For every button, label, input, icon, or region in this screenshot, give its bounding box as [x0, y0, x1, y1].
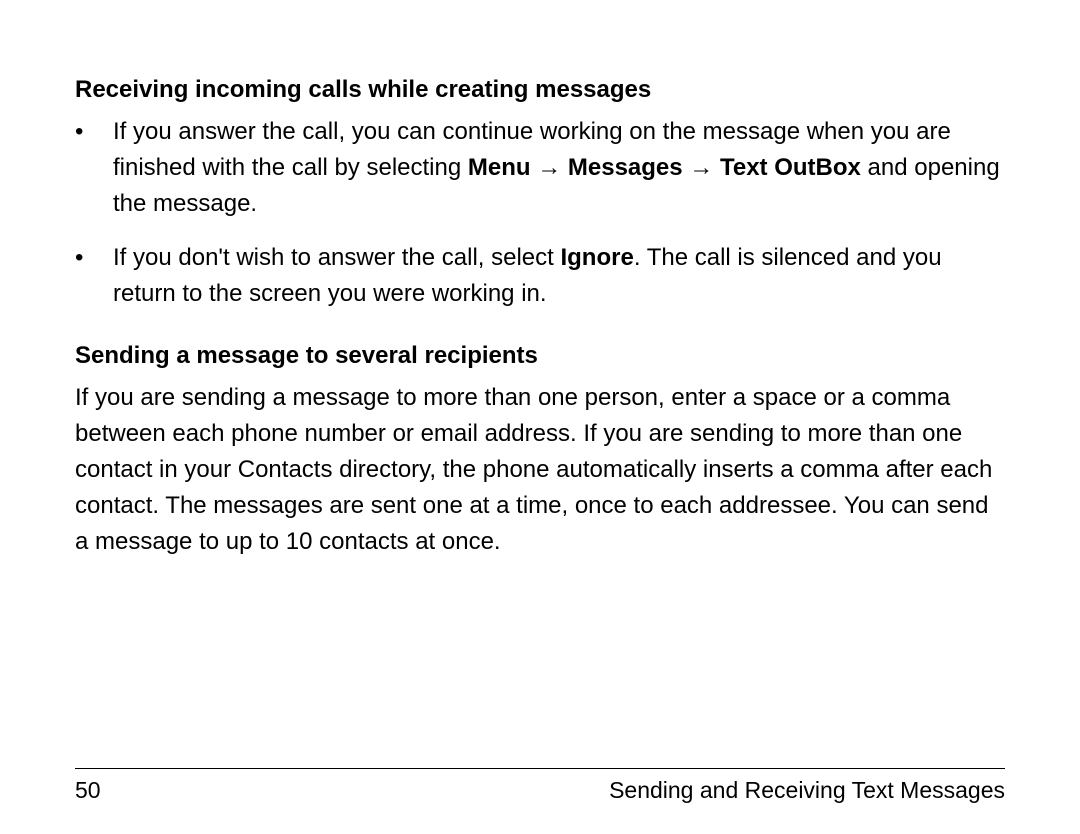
section-heading-incoming-calls: Receiving incoming calls while creating …	[75, 72, 1005, 108]
section-heading-several-recipients: Sending a message to several recipients	[75, 338, 1005, 374]
menu-path-menu: Menu	[468, 154, 531, 181]
paragraph-several-recipients: If you are sending a message to more tha…	[75, 380, 1005, 560]
bullet-list-1: If you answer the call, you can continue…	[75, 114, 1005, 312]
bullet-item-answer-call: If you answer the call, you can continue…	[75, 114, 1005, 222]
manual-page: Receiving incoming calls while creating …	[0, 0, 1080, 834]
menu-path-messages: Messages	[568, 154, 683, 181]
arrow-icon: →	[683, 154, 720, 181]
page-content: Receiving incoming calls while creating …	[75, 72, 1005, 560]
page-footer: 50 Sending and Receiving Text Messages	[75, 768, 1005, 804]
bullet-item-ignore-call: If you don't wish to answer the call, se…	[75, 240, 1005, 312]
footer-row: 50 Sending and Receiving Text Messages	[75, 777, 1005, 804]
arrow-icon: →	[531, 154, 568, 181]
text-fragment: If you don't wish to answer the call, se…	[113, 244, 560, 271]
menu-path-text-outbox: Text OutBox	[720, 154, 861, 181]
menu-path-ignore: Ignore	[560, 244, 633, 271]
chapter-title: Sending and Receiving Text Messages	[609, 777, 1005, 804]
footer-divider	[75, 768, 1005, 769]
page-number: 50	[75, 777, 101, 804]
